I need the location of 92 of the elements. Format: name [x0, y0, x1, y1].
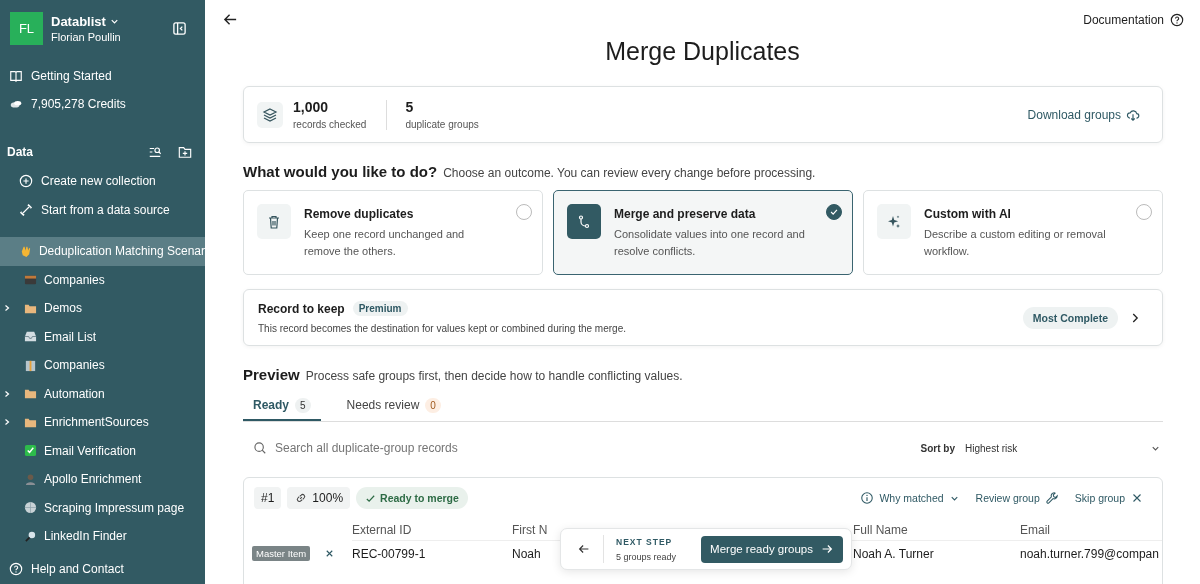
chevron-right-icon[interactable] [3, 304, 11, 313]
table-cell: Noah A. Turner [853, 540, 1020, 567]
outcome-option[interactable]: Custom with AI Describe a custom editing or removal workflow. [863, 190, 1163, 275]
user-name: Florian Poullin [51, 30, 122, 43]
inbox-icon [24, 330, 37, 344]
group-number: #1 [254, 487, 282, 509]
group-action[interactable]: Skip group [1074, 491, 1144, 505]
sort-label: Sort by [920, 442, 955, 454]
merge-button[interactable]: Merge ready groups [701, 535, 843, 563]
option-title: Remove duplicates [304, 207, 415, 221]
info-icon [860, 491, 875, 505]
merge-icon [567, 204, 601, 239]
collection-item[interactable]: Email List [0, 322, 205, 351]
table-cell: noah.turner.799@compan [1020, 540, 1162, 567]
page-title: Merge Duplicates [604, 37, 801, 66]
check-icon[interactable] [826, 204, 842, 220]
collection-item[interactable]: Companies [0, 265, 205, 294]
outcome-option[interactable]: Merge and preserve data Consolidate values into one record and resolve conflicts. [553, 190, 853, 275]
magnifier-icon [24, 529, 37, 543]
column-header: Email [1020, 522, 1051, 539]
help-icon [1170, 12, 1184, 27]
check-icon [24, 444, 37, 458]
card-description: This record becomes the destination for values kept or combined during the merge. [258, 323, 627, 334]
option-title: Custom with AI [924, 207, 1012, 221]
globe-icon [24, 501, 37, 515]
collection-item[interactable]: Companies [0, 351, 205, 380]
help-icon [9, 561, 23, 576]
section-title: Data [7, 145, 34, 159]
card-title: Record to keep [258, 301, 345, 316]
option-description: Describe a custom editing or removal workflow. [924, 227, 1107, 259]
group-action[interactable]: Review group [975, 491, 1059, 505]
premium-badge: Premium [352, 301, 408, 316]
selected-value-pill[interactable]: Most Complete [1022, 306, 1118, 329]
book-icon [9, 69, 23, 83]
sparkle-icon [877, 204, 911, 239]
section-heading: What would you like to do? [243, 163, 438, 180]
collection-item[interactable]: Automation [0, 379, 205, 408]
column-header: Full Name [853, 522, 909, 539]
master-badge: Master Item [252, 546, 311, 561]
chevron-right-icon[interactable] [3, 418, 11, 427]
sidebar-action[interactable]: Start from a data source [0, 195, 205, 224]
back-arrow-icon[interactable] [223, 12, 238, 27]
workspace-name[interactable]: Datablist [51, 13, 106, 29]
search-icon [253, 441, 267, 455]
sidebar-link[interactable]: 7,905,278 Credits [0, 90, 205, 118]
trash-icon [257, 204, 291, 239]
stat-label: records checked [293, 119, 367, 130]
column-header: External ID [352, 522, 413, 539]
new-folder-icon[interactable] [178, 145, 192, 159]
option-description: Keep one record unchanged and remove the others. [304, 227, 466, 259]
collection-item[interactable]: LinkedIn Finder [0, 522, 205, 551]
download-link[interactable]: Download groups [1027, 107, 1140, 122]
sidebar-toggle-icon[interactable] [172, 20, 187, 36]
plus-circle-icon [19, 174, 33, 189]
sidebar-link[interactable]: Getting Started [0, 62, 205, 90]
section-heading: Preview [243, 366, 300, 383]
match-score: 100% [287, 487, 351, 509]
folder-icon [24, 387, 37, 401]
table-cell: REC-00799-1 [352, 540, 512, 567]
tab[interactable]: Needs review 0 [336, 391, 451, 421]
collection-item[interactable]: Deduplication Matching Scenar [0, 237, 205, 266]
search-list-icon[interactable] [148, 145, 162, 159]
next-step-status: 5 groups ready [616, 551, 678, 562]
help-link[interactable]: Help and Contact [0, 553, 205, 584]
sidebar-action[interactable]: Create new collection [0, 167, 205, 196]
collection-item[interactable]: EnrichmentSources [0, 408, 205, 437]
wrench-icon [1044, 491, 1059, 505]
sort-dropdown[interactable]: Highest risk [965, 442, 1163, 454]
cloud-download-icon [1126, 107, 1140, 122]
collection-item[interactable]: Demos [0, 294, 205, 323]
arrow-right-icon [820, 542, 834, 556]
stat-label: duplicate groups [405, 119, 479, 130]
record-to-keep-card[interactable]: Record to keep Premium This record becomes the destination for values kept or combined during the merge. Most Complete [243, 289, 1163, 346]
layers-icon [257, 101, 283, 128]
collection-item[interactable]: Apollo Enrichment [0, 465, 205, 494]
documentation-link[interactable]: Documentation [1083, 12, 1184, 27]
collection-item[interactable]: Scraping Impressum page [0, 493, 205, 522]
stat-value: 5 [405, 99, 415, 115]
person-icon [24, 472, 37, 486]
back-arrow-icon[interactable] [577, 542, 591, 556]
column-header: First N [512, 522, 549, 539]
collection-item[interactable]: Email Verification [0, 436, 205, 465]
option-description: Consolidate values into one record and resolve conflicts. [614, 227, 806, 259]
chevron-right-icon[interactable] [3, 389, 11, 398]
stat-value: 1,000 [293, 99, 330, 115]
status-badge: Ready to merge [356, 487, 468, 509]
outcome-option[interactable]: Remove duplicates Keep one record unchanged and remove the others. [243, 190, 543, 275]
option-title: Merge and preserve data [614, 207, 757, 221]
group-action[interactable]: Why matched [860, 491, 960, 505]
section-hint: Choose an outcome. You can review every change before processing. [443, 166, 816, 180]
section-hint: Process safe groups first, then decide how to handle conflicting values. [305, 369, 683, 383]
tab[interactable]: Ready 5 [243, 391, 321, 421]
